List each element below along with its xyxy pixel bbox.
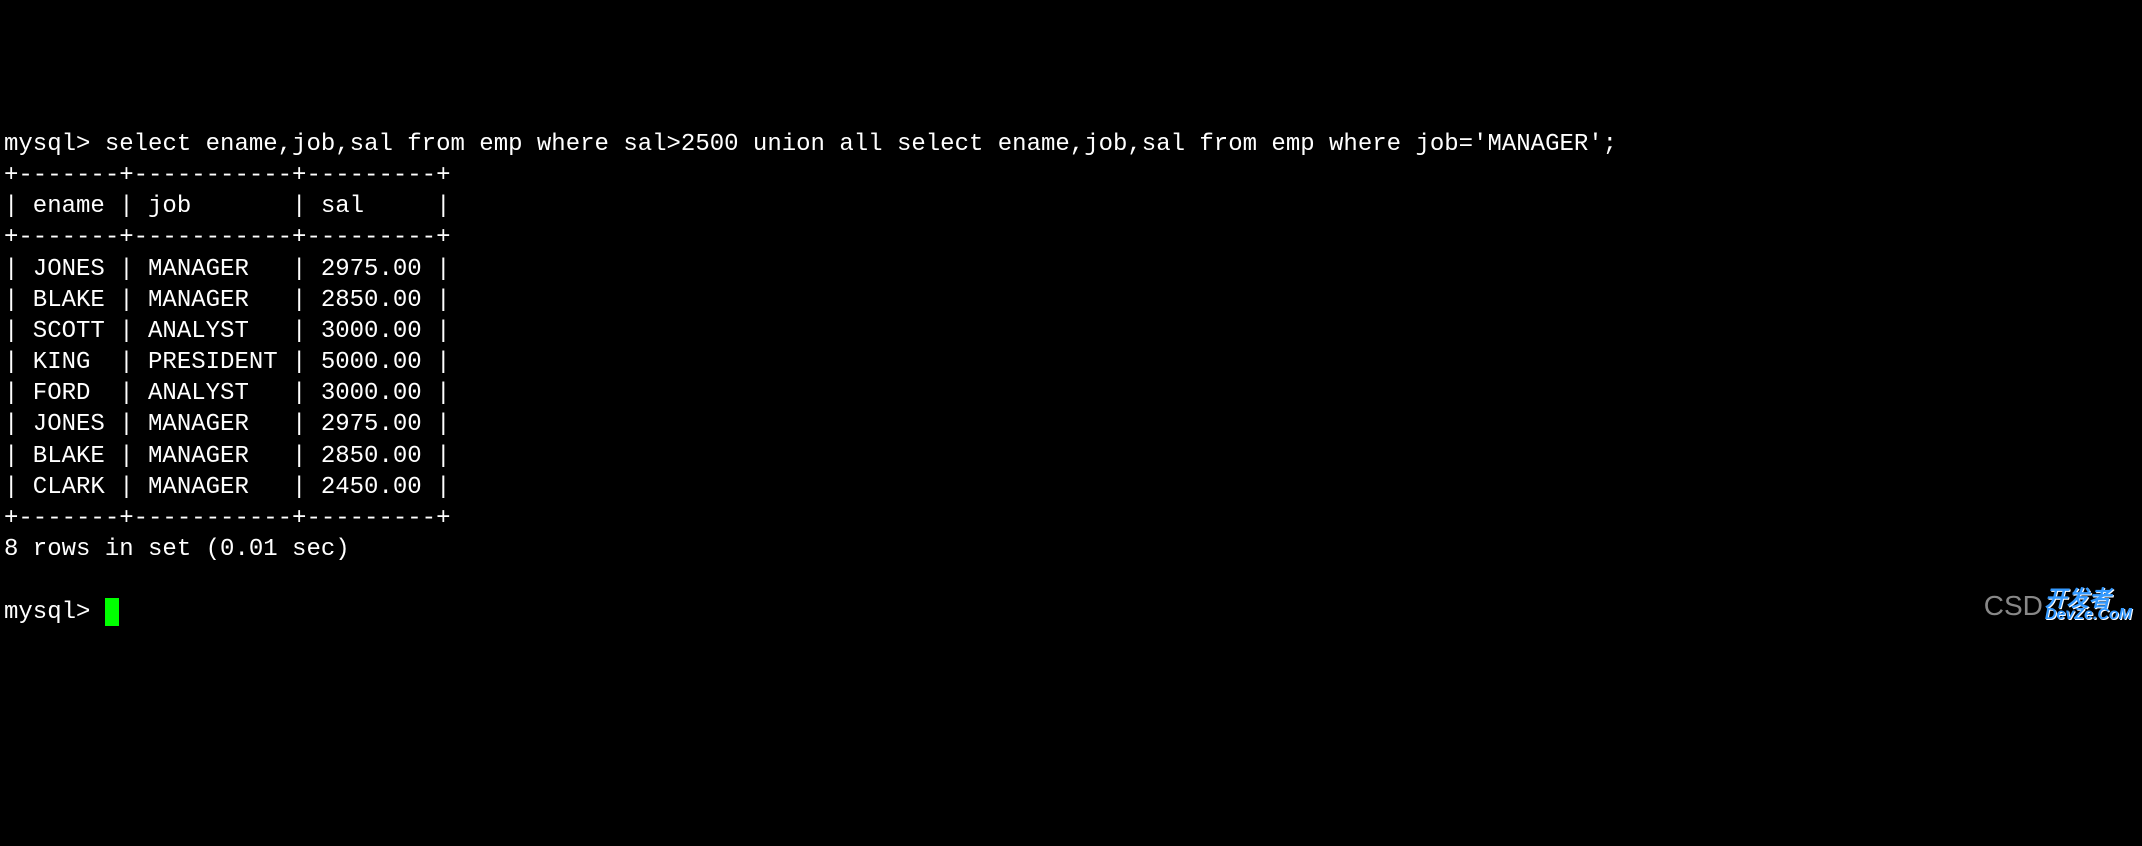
watermark-csd-text: CSD (1984, 588, 2043, 624)
table-row: | BLAKE | MANAGER | 2850.00 | (4, 287, 450, 314)
table-row: | FORD | ANALYST | 3000.00 | (4, 380, 450, 407)
watermark-dev-logo: 开发者 DevZe.CoM (2045, 590, 2132, 622)
mysql-prompt: mysql> (4, 599, 105, 626)
sql-query: select ename,job,sal from emp where sal>… (105, 131, 1617, 158)
table-row: | CLARK | MANAGER | 2450.00 | (4, 474, 450, 501)
watermark: CSD 开发者 DevZe.CoM (1984, 588, 2132, 624)
terminal-output[interactable]: mysql> select ename,job,sal from emp whe… (4, 129, 2138, 628)
result-summary: 8 rows in set (0.01 sec) (4, 536, 350, 563)
table-row: | BLAKE | MANAGER | 2850.00 | (4, 443, 450, 470)
table-row: | JONES | MANAGER | 2975.00 | (4, 256, 450, 283)
table-row: | JONES | MANAGER | 2975.00 | (4, 411, 450, 438)
table-border-top: +-------+-----------+---------+ (4, 162, 450, 189)
mysql-prompt: mysql> (4, 131, 105, 158)
table-border-bottom: +-------+-----------+---------+ (4, 505, 450, 532)
table-border-mid: +-------+-----------+---------+ (4, 224, 450, 251)
table-row: | SCOTT | ANALYST | 3000.00 | (4, 318, 450, 345)
table-row: | KING | PRESIDENT | 5000.00 | (4, 349, 450, 376)
table-header-row: | ename | job | sal | (4, 193, 450, 220)
watermark-dev-bottom-text: DevZe.CoM (2045, 608, 2132, 622)
cursor-icon (105, 598, 119, 626)
